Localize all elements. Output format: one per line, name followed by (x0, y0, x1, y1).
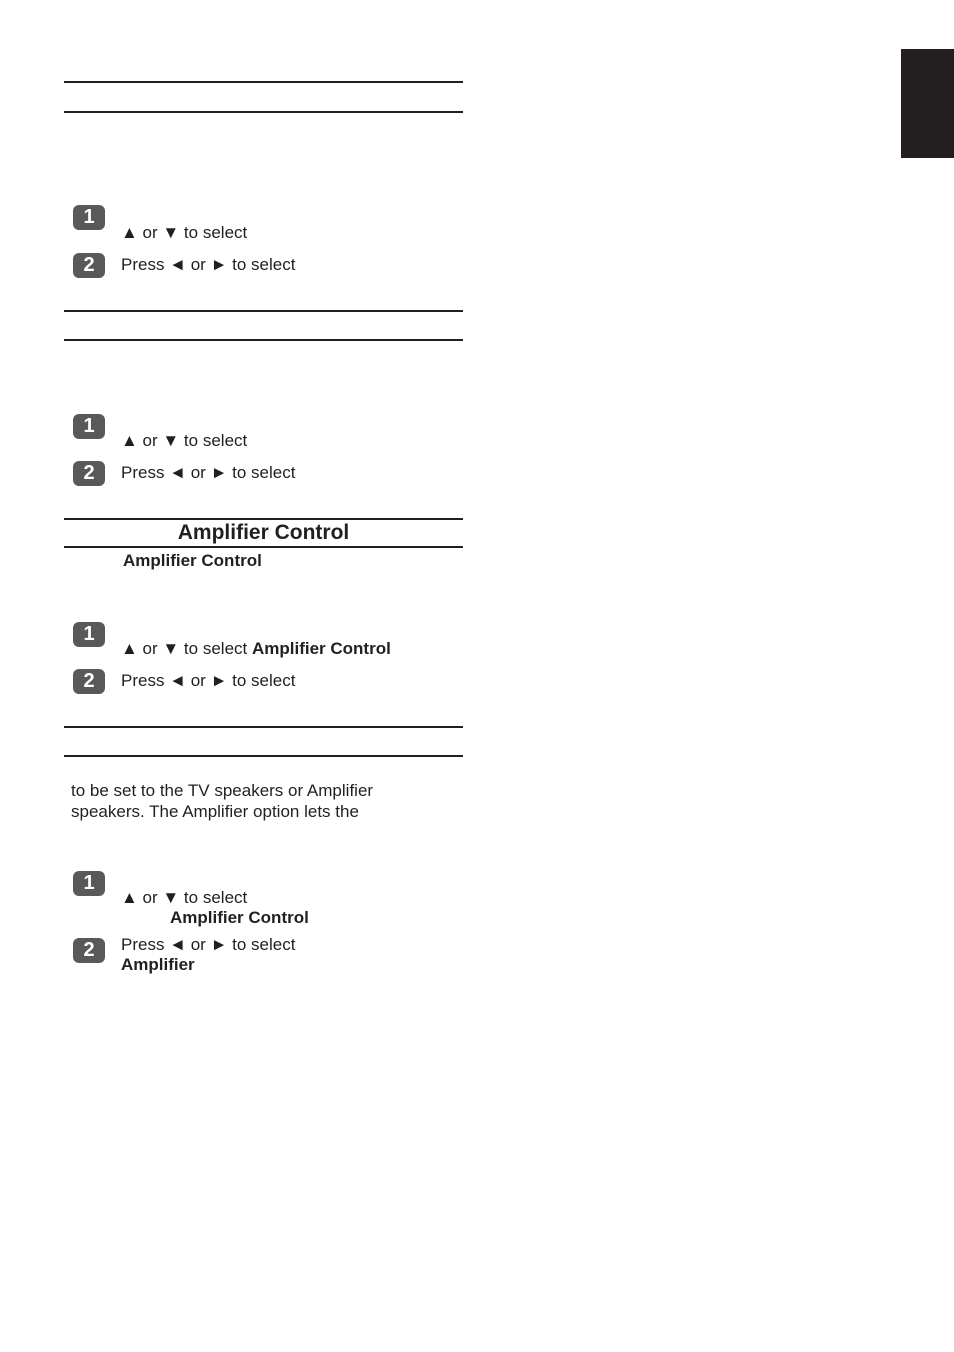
step-bold-term: Amplifier Control (251, 639, 391, 658)
section-3-heading: Amplifier Control (177, 521, 350, 544)
step-2-badge-icon: 2 (73, 938, 105, 963)
step-1-badge-icon: 1 (73, 414, 105, 439)
section-4-paragraph-line-2: speakers. The Amplifier option lets the (71, 802, 359, 821)
section-2-step-1-text: ▲ or ▼ to select (121, 431, 247, 451)
section-thumb-tab (901, 49, 954, 158)
section-3-step-2-text: Press ◄ or ► to select (121, 671, 295, 691)
step-2-badge-icon: 2 (73, 253, 105, 278)
section-4-bottom-rule (64, 755, 463, 757)
section-3-step-1-text: ▲ or ▼ to select Amplifier Control (121, 639, 391, 659)
step-1-badge-icon: 1 (73, 871, 105, 896)
step-1-badge-icon: 1 (73, 622, 105, 647)
step-instruction: Press ◄ or ► to select (121, 463, 296, 482)
step-instruction: ▲ or ▼ to select (121, 639, 252, 658)
step-instruction: Press ◄ or ► to select (121, 671, 296, 690)
section-1-bottom-rule (64, 111, 463, 113)
section-2-step-2-text: Press ◄ or ► to select (121, 463, 295, 483)
step-2-badge-icon: 2 (73, 461, 105, 486)
section-4-step-2-text: Press ◄ or ► to select (121, 935, 295, 955)
section-4-step-1-bold: Amplifier Control (170, 908, 309, 927)
step-instruction: ▲ or ▼ to select (121, 223, 248, 242)
section-4-step-2-bold: Amplifier (121, 955, 195, 974)
step-instruction: ▲ or ▼ to select (121, 888, 248, 907)
step-2-badge-icon: 2 (73, 669, 105, 694)
step-instruction: ▲ or ▼ to select (121, 431, 248, 450)
section-4-step-1-text: ▲ or ▼ to select (121, 888, 247, 908)
section-4-paragraph-line-1: to be set to the TV speakers or Amplifie… (71, 781, 374, 800)
step-instruction: Press ◄ or ► to select (121, 255, 296, 274)
section-1-top-rule (64, 81, 463, 83)
section-4-top-rule (64, 726, 463, 728)
section-3-subheading: Amplifier Control (123, 551, 262, 570)
section-2-top-rule (64, 310, 463, 312)
section-3-bottom-rule (64, 546, 463, 548)
step-1-badge-icon: 1 (73, 205, 105, 230)
step-instruction: Press ◄ or ► to select (121, 935, 296, 954)
section-1-step-1-text: ▲ or ▼ to select (121, 223, 247, 243)
section-1-step-2-text: Press ◄ or ► to select (121, 255, 295, 275)
section-2-bottom-rule (64, 339, 463, 341)
